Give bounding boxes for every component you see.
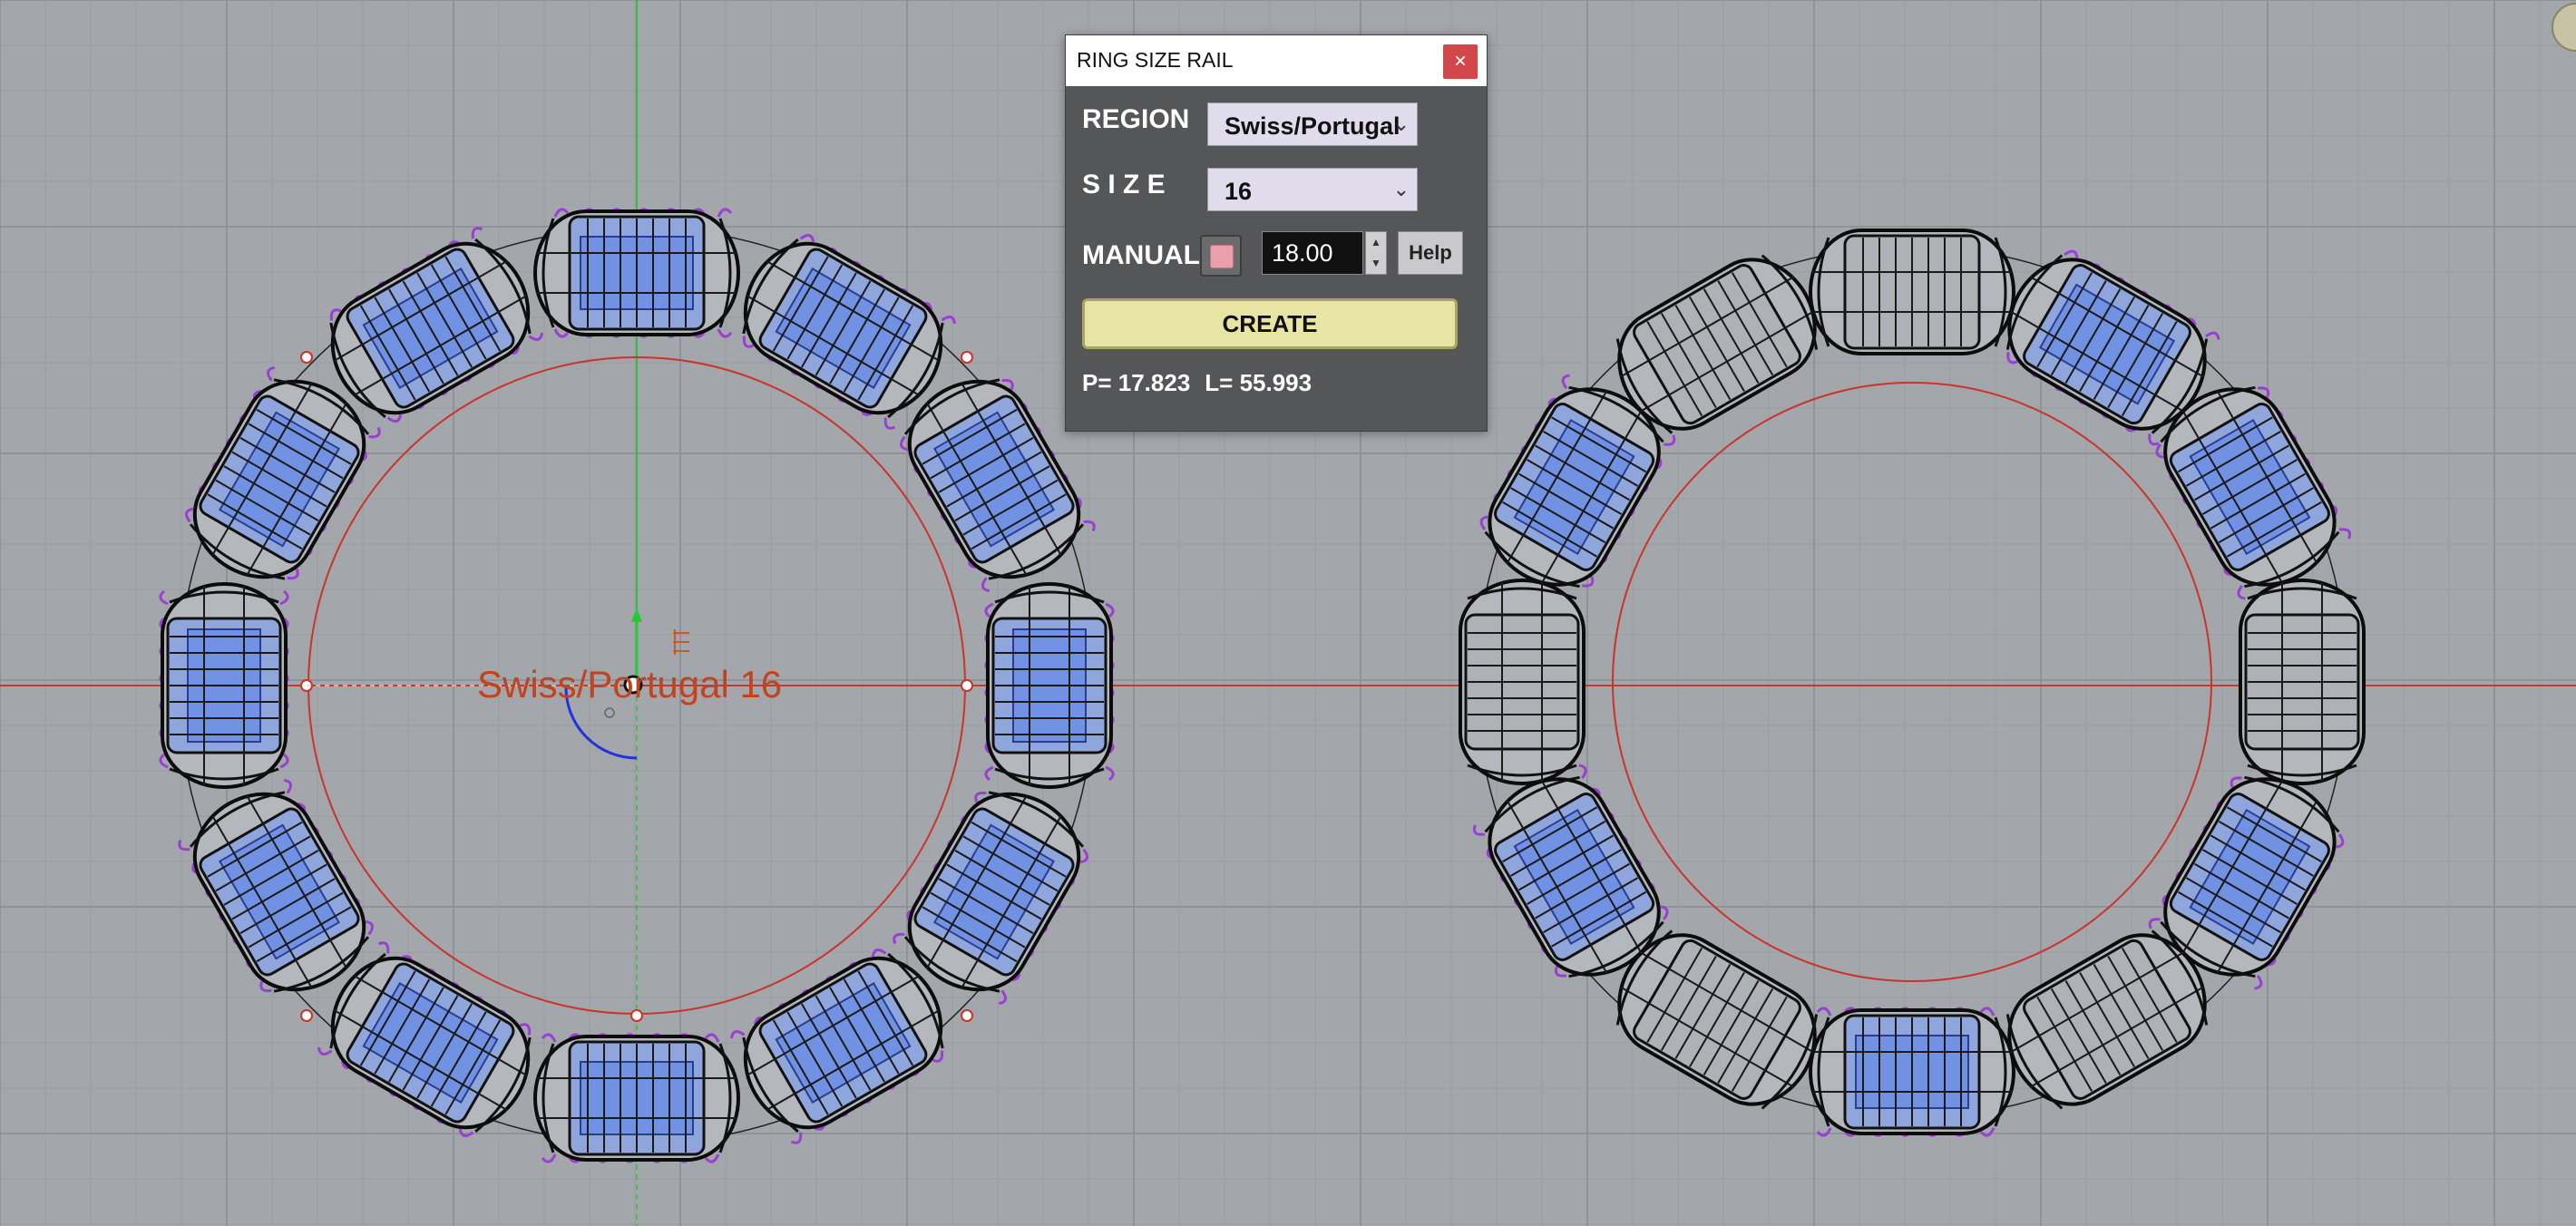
control-point xyxy=(961,679,973,692)
prong-mark xyxy=(368,426,381,439)
size-select[interactable]: 16 ⌄ xyxy=(1207,168,1418,211)
prong-mark xyxy=(2205,331,2220,340)
prong-mark xyxy=(2237,585,2246,600)
ring-size-annotation: Swiss/Portugal 16 xyxy=(477,663,782,705)
close-icon: × xyxy=(1453,49,1467,73)
prong-mark xyxy=(283,778,292,794)
create-button[interactable]: CREATE xyxy=(1082,298,1458,349)
prong-mark xyxy=(2254,975,2263,990)
chevron-down-icon: ⌄ xyxy=(1392,112,1410,135)
ring-link xyxy=(2239,579,2366,785)
region-select[interactable]: Swiss/Portugal ⌄ xyxy=(1207,102,1418,146)
region-select-value: Swiss/Portugal xyxy=(1225,112,1400,140)
dialog-title: RING SIZE RAIL xyxy=(1077,48,1234,72)
prong-mark xyxy=(267,365,276,382)
prong-mark xyxy=(981,577,990,593)
prong-mark xyxy=(178,839,190,851)
prong-mark xyxy=(1472,824,1486,836)
control-point xyxy=(300,1009,313,1022)
gizmo-pivot xyxy=(604,707,615,718)
measurement-readout: P= 17.823 L= 55.993 xyxy=(1082,369,1326,397)
prong-mark xyxy=(1083,520,1096,532)
ring-link xyxy=(533,208,740,338)
manual-size-input[interactable]: 18.00 xyxy=(1262,231,1363,275)
control-point xyxy=(961,1009,973,1022)
prong-mark xyxy=(1816,1007,1832,1017)
manual-size-spinner[interactable]: ▲ ▼ xyxy=(1365,231,1387,275)
spin-up-icon[interactable]: ▲ xyxy=(1366,232,1386,253)
gizmo-y-arrowhead xyxy=(631,608,642,622)
prong-mark xyxy=(717,208,733,218)
prong-mark xyxy=(729,1030,746,1039)
ring-rail-circle xyxy=(1612,382,2212,982)
help-button[interactable]: Help xyxy=(1398,231,1463,275)
prong-mark xyxy=(2148,918,2161,929)
ring-right xyxy=(1459,229,2366,1137)
manual-checkbox[interactable] xyxy=(1200,235,1242,277)
prong-mark xyxy=(377,941,390,954)
prong-mark xyxy=(893,932,905,945)
dialog-titlebar[interactable]: RING SIZE RAIL × xyxy=(1066,35,1487,86)
ring-link xyxy=(1809,1007,2015,1137)
manual-label: MANUAL xyxy=(1082,240,1200,270)
prong-mark xyxy=(528,332,544,341)
size-select-value: 16 xyxy=(1225,178,1253,205)
ring-link xyxy=(159,582,289,789)
prong-mark xyxy=(279,589,289,606)
control-point xyxy=(630,1009,643,1022)
ring-size-rail-dialog: RING SIZE RAIL × REGION Swiss/Portugal ⌄… xyxy=(1065,34,1488,432)
ring-link xyxy=(984,582,1115,789)
prong-mark xyxy=(717,328,733,338)
prong-mark xyxy=(317,1046,333,1056)
ring-outer-circle xyxy=(1476,246,2348,1118)
prong-mark xyxy=(883,417,896,430)
length-readout: L= 55.993 xyxy=(1205,369,1312,396)
gizmo-handle-icon xyxy=(673,629,689,655)
ring-link xyxy=(533,1033,740,1163)
view-cube-icon xyxy=(2552,3,2576,52)
spin-down-icon[interactable]: ▼ xyxy=(1366,253,1386,274)
region-label: REGION xyxy=(1082,104,1190,134)
checkbox-fill-icon xyxy=(1210,245,1234,268)
chevron-down-icon: ⌄ xyxy=(1392,178,1410,200)
prong-mark xyxy=(2148,433,2160,446)
prong-mark xyxy=(2338,528,2352,540)
prong-mark xyxy=(941,316,957,325)
control-point xyxy=(961,351,973,364)
prong-mark xyxy=(159,589,169,606)
close-button[interactable]: × xyxy=(1443,44,1478,79)
control-point xyxy=(300,351,313,364)
prong-mark xyxy=(984,765,994,782)
size-label: S I Z E xyxy=(1082,170,1166,199)
prong-mark xyxy=(471,227,483,239)
prong-mark xyxy=(1664,434,1676,446)
perimeter-readout: P= 17.823 xyxy=(1082,369,1191,396)
ring-link xyxy=(1459,579,1586,785)
prong-mark xyxy=(1561,374,1570,389)
prong-mark xyxy=(1105,765,1115,782)
ring-link xyxy=(1809,229,2015,355)
